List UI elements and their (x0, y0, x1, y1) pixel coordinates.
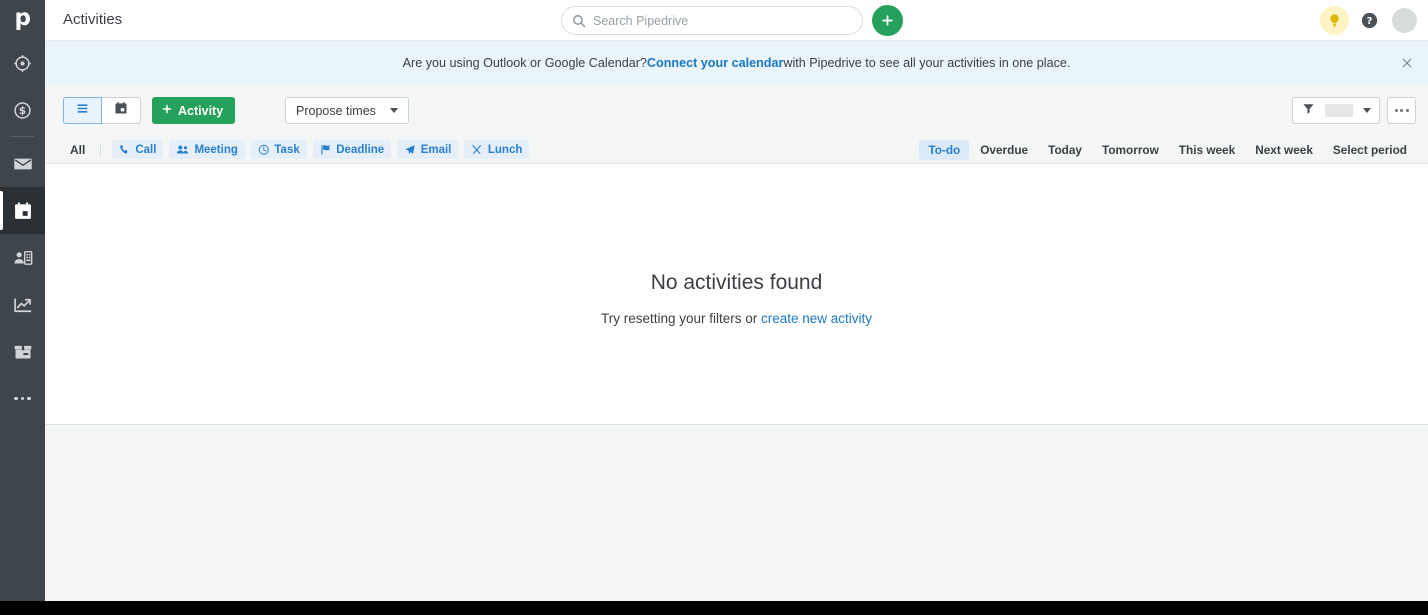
left-nav-rail: p $ (0, 0, 45, 601)
time-period-filters: To-do Overdue Today Tomorrow This week N… (919, 136, 1416, 163)
period-filter-overdue[interactable]: Overdue (971, 140, 1037, 160)
chevron-down-icon (389, 108, 398, 113)
search-icon (572, 14, 586, 28)
chevron-down-icon (1363, 108, 1371, 113)
calendar-view-button[interactable] (102, 97, 141, 124)
period-filter-select-period[interactable]: Select period (1324, 140, 1416, 160)
banner-text-before: Are you using Outlook or Google Calendar… (402, 55, 647, 70)
envelope-icon (13, 154, 33, 174)
list-view-icon (76, 102, 89, 120)
sidebar-item-leads[interactable] (0, 40, 45, 87)
banner-text-after: with Pipedrive to see all your activitie… (783, 55, 1071, 70)
add-activity-label: Activity (178, 103, 224, 118)
filter-chip-label: Lunch (487, 143, 523, 156)
dollar-circle-icon: $ (13, 101, 32, 120)
people-icon (176, 144, 189, 155)
top-header-bar: Activities Search Pipedrive ? (45, 0, 1428, 41)
empty-state-subtitle-text: Try resetting your filters or (600, 311, 761, 327)
filter-chip-email[interactable]: Email (397, 140, 459, 159)
sidebar-item-deals[interactable]: $ (0, 87, 45, 134)
global-search[interactable] (561, 6, 863, 35)
filter-value-placeholder (1325, 104, 1353, 117)
connect-calendar-link[interactable]: Connect your calendar (647, 56, 783, 70)
calendar-view-icon (114, 101, 128, 120)
svg-text:?: ? (1367, 16, 1373, 27)
cutlery-icon (471, 144, 483, 156)
add-new-button[interactable] (872, 5, 903, 36)
period-filter-tomorrow[interactable]: Tomorrow (1093, 140, 1168, 160)
page-title: Activities (63, 11, 123, 28)
rail-divider (11, 136, 34, 137)
filter-selector[interactable] (1292, 97, 1380, 124)
question-circle-icon[interactable]: ? (1355, 6, 1384, 35)
pipedrive-logo[interactable]: p (0, 0, 45, 40)
sidebar-item-insights[interactable] (0, 281, 45, 328)
filter-chip-task[interactable]: Task (250, 140, 307, 159)
sidebar-item-products[interactable] (0, 328, 45, 375)
ellipsis-dot (1400, 109, 1403, 112)
lightbulb-icon[interactable] (1320, 6, 1349, 35)
filter-divider (100, 142, 102, 157)
view-mode-toggle (63, 97, 141, 124)
filter-chip-lunch[interactable]: Lunch (464, 140, 530, 159)
filter-chip-call[interactable]: Call (112, 140, 164, 159)
propose-times-button[interactable]: Propose times (285, 97, 409, 124)
chart-arrow-icon (13, 295, 33, 315)
period-filter-today[interactable]: Today (1039, 140, 1091, 160)
funnel-icon (1302, 102, 1315, 120)
activity-type-filters: All Call Meeting Task Deadline Email Lun… (63, 136, 530, 163)
period-filter-next-week[interactable]: Next week (1246, 140, 1322, 160)
activity-filter-row: All Call Meeting Task Deadline Email Lun… (45, 136, 1428, 163)
list-view-button[interactable] (63, 97, 102, 124)
ellipsis-dot (1394, 109, 1398, 112)
paper-plane-icon (404, 144, 416, 156)
period-filter-this-week[interactable]: This week (1170, 140, 1244, 160)
calendar-icon (13, 201, 33, 221)
contacts-card-icon (13, 248, 33, 268)
close-icon[interactable] (1398, 54, 1416, 72)
filter-chip-label: Call (135, 143, 157, 156)
plus-icon (161, 103, 173, 118)
filter-chip-label: Email (420, 143, 452, 156)
propose-times-label: Propose times (296, 103, 376, 118)
ellipsis-dot (1405, 109, 1409, 112)
activities-content-panel: No activities found Try resetting your f… (45, 163, 1428, 425)
empty-state-title: No activities found (650, 271, 823, 294)
products-box-icon (13, 342, 33, 362)
bottom-black-band (0, 601, 1428, 615)
empty-state-subtitle: Try resetting your filters or create new… (45, 311, 1428, 326)
header-actions: ? (1320, 0, 1420, 41)
period-filter-to-do[interactable]: To-do (919, 139, 970, 160)
filter-chip-label: Deadline (336, 143, 385, 156)
target-icon (13, 54, 32, 73)
phone-icon (119, 144, 130, 155)
sidebar-item-more[interactable] (0, 375, 45, 422)
search-input[interactable] (593, 8, 838, 33)
filter-all[interactable]: All (63, 140, 92, 160)
empty-state: No activities found Try resetting your f… (45, 270, 1428, 326)
filter-chip-meeting[interactable]: Meeting (169, 140, 245, 159)
sidebar-item-activities[interactable] (0, 187, 45, 234)
activities-toolbar: Activity Propose times (45, 84, 1428, 136)
add-activity-button[interactable]: Activity (152, 97, 236, 124)
pipedrive-activities-app: p $ Activities Search Pipedrive ? Are yo… (0, 0, 1428, 615)
filter-chip-label: Meeting (194, 143, 238, 156)
sidebar-item-mail[interactable] (0, 140, 45, 187)
svg-text:$: $ (19, 105, 26, 117)
clock-icon (258, 144, 270, 156)
ellipsis-icon (14, 396, 31, 401)
filter-chip-deadline[interactable]: Deadline (312, 140, 392, 159)
sidebar-item-contacts[interactable] (0, 234, 45, 281)
filter-chip-label: Task (274, 143, 300, 156)
flag-icon (320, 144, 332, 156)
calendar-sync-banner: Are you using Outlook or Google Calendar… (45, 41, 1428, 84)
toolbar-more-button[interactable] (1387, 97, 1416, 124)
create-new-activity-link[interactable]: create new activity (761, 311, 872, 326)
avatar[interactable] (1392, 8, 1417, 33)
